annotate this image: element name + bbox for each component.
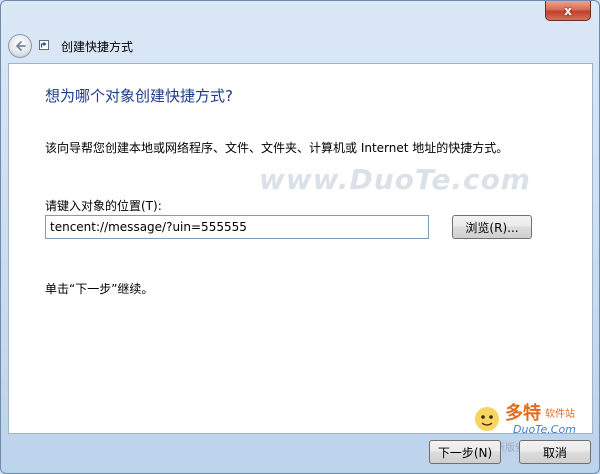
logo-name: 多特 <box>505 402 541 424</box>
browse-button[interactable]: 浏览(R)... <box>452 215 532 239</box>
window-title: 创建快捷方式 <box>61 40 134 54</box>
close-icon: x <box>564 3 572 18</box>
wizard-content: 想为哪个对象创建快捷方式? 该向导帮您创建本地或网络程序、文件、文件夹、计算机或… <box>8 63 593 434</box>
location-label: 请键入对象的位置(T): <box>45 199 162 213</box>
site-watermark: www.DuoTe.com <box>259 163 531 196</box>
logo-sub: 软件站 <box>545 407 575 420</box>
back-button[interactable] <box>8 34 32 58</box>
next-button[interactable]: 下一步(N) <box>429 440 501 464</box>
page-heading: 想为哪个对象创建快捷方式? <box>45 87 233 105</box>
dialog-window: x 创建快捷方式 想为哪个对象创建快捷方式? 该向导帮您创建本地或网络程序、文件… <box>0 0 600 474</box>
close-button[interactable]: x <box>545 1 591 21</box>
shortcut-arrow-icon <box>39 40 49 50</box>
cancel-button[interactable]: 取消 <box>519 440 591 464</box>
back-arrow-icon <box>16 41 26 51</box>
logo-url: DuoTe.Com <box>513 423 576 436</box>
location-input[interactable] <box>45 215 429 239</box>
description-text: 该向导帮您创建本地或网络程序、文件、文件夹、计算机或 Internet 地址的快… <box>45 141 509 155</box>
hint-text: 单击“下一步”继续。 <box>45 282 154 296</box>
